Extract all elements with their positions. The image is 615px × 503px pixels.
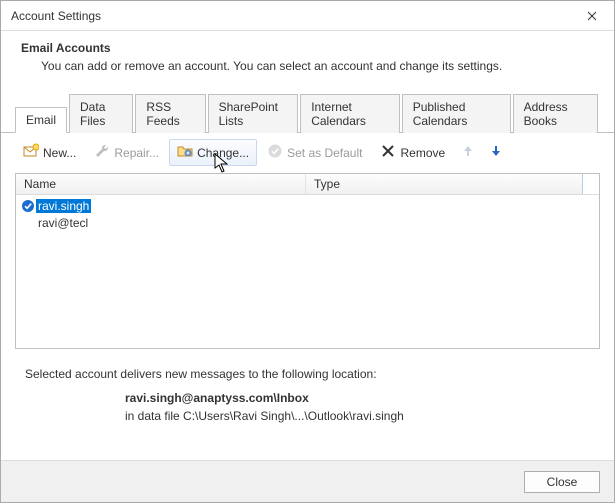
new-label: New...	[43, 146, 76, 160]
account-name: ravi@tecl	[36, 216, 88, 230]
tab-address-books[interactable]: Address Books	[513, 94, 598, 133]
check-circle-icon	[267, 143, 283, 162]
default-check-icon	[20, 199, 36, 213]
tab-strip: Email Data Files RSS Feeds SharePoint Li…	[1, 93, 614, 133]
close-button[interactable]: Close	[524, 471, 600, 493]
set-default-label: Set as Default	[287, 146, 362, 160]
window-title: Account Settings	[11, 9, 101, 23]
arrow-down-icon	[489, 144, 503, 161]
delivery-location-path: in data file C:\Users\Ravi Singh\...\Out…	[125, 409, 590, 423]
remove-label: Remove	[400, 146, 445, 160]
new-button[interactable]: New...	[15, 139, 84, 166]
remove-button[interactable]: Remove	[372, 139, 453, 166]
table-header: Name Type	[16, 174, 599, 195]
remove-x-icon	[380, 143, 396, 162]
tab-email[interactable]: Email	[15, 107, 67, 133]
wrench-icon	[94, 143, 110, 162]
accounts-table: Name Type ravi.singh ravi@tecl	[15, 173, 600, 349]
title-bar: Account Settings	[1, 1, 614, 31]
header-title: Email Accounts	[21, 41, 594, 55]
tab-rss-feeds[interactable]: RSS Feeds	[135, 94, 205, 133]
window-close-button[interactable]	[570, 1, 614, 31]
folder-gear-icon	[177, 143, 193, 162]
col-spacer	[583, 174, 599, 194]
col-type[interactable]: Type	[306, 174, 583, 194]
envelope-new-icon	[23, 143, 39, 162]
repair-label: Repair...	[114, 146, 159, 160]
tab-published-calendars[interactable]: Published Calendars	[402, 94, 511, 133]
arrow-up-icon	[461, 144, 475, 161]
col-name[interactable]: Name	[16, 174, 306, 194]
delivery-info: Selected account delivers new messages t…	[1, 349, 614, 423]
delivery-intro: Selected account delivers new messages t…	[25, 367, 590, 381]
table-body: ravi.singh ravi@tecl	[16, 195, 599, 233]
tab-internet-calendars[interactable]: Internet Calendars	[300, 94, 400, 133]
toolbar: New... Repair... Change... Set as Defaul…	[1, 133, 614, 173]
header-section: Email Accounts You can add or remove an …	[1, 31, 614, 87]
table-row[interactable]: ravi.singh	[16, 197, 599, 214]
delivery-location-name: ravi.singh@anaptyss.com\Inbox	[125, 391, 590, 405]
footer: Close	[1, 460, 614, 502]
repair-button: Repair...	[86, 139, 167, 166]
change-button[interactable]: Change...	[169, 139, 257, 166]
table-row[interactable]: ravi@tecl	[16, 214, 599, 231]
change-label: Change...	[197, 146, 249, 160]
move-down-button[interactable]	[483, 140, 509, 165]
tab-data-files[interactable]: Data Files	[69, 94, 133, 133]
tab-sharepoint-lists[interactable]: SharePoint Lists	[208, 94, 299, 133]
move-up-button	[455, 140, 481, 165]
header-subtitle: You can add or remove an account. You ca…	[21, 59, 594, 73]
set-default-button: Set as Default	[259, 139, 370, 166]
account-name: ravi.singh	[36, 199, 91, 213]
